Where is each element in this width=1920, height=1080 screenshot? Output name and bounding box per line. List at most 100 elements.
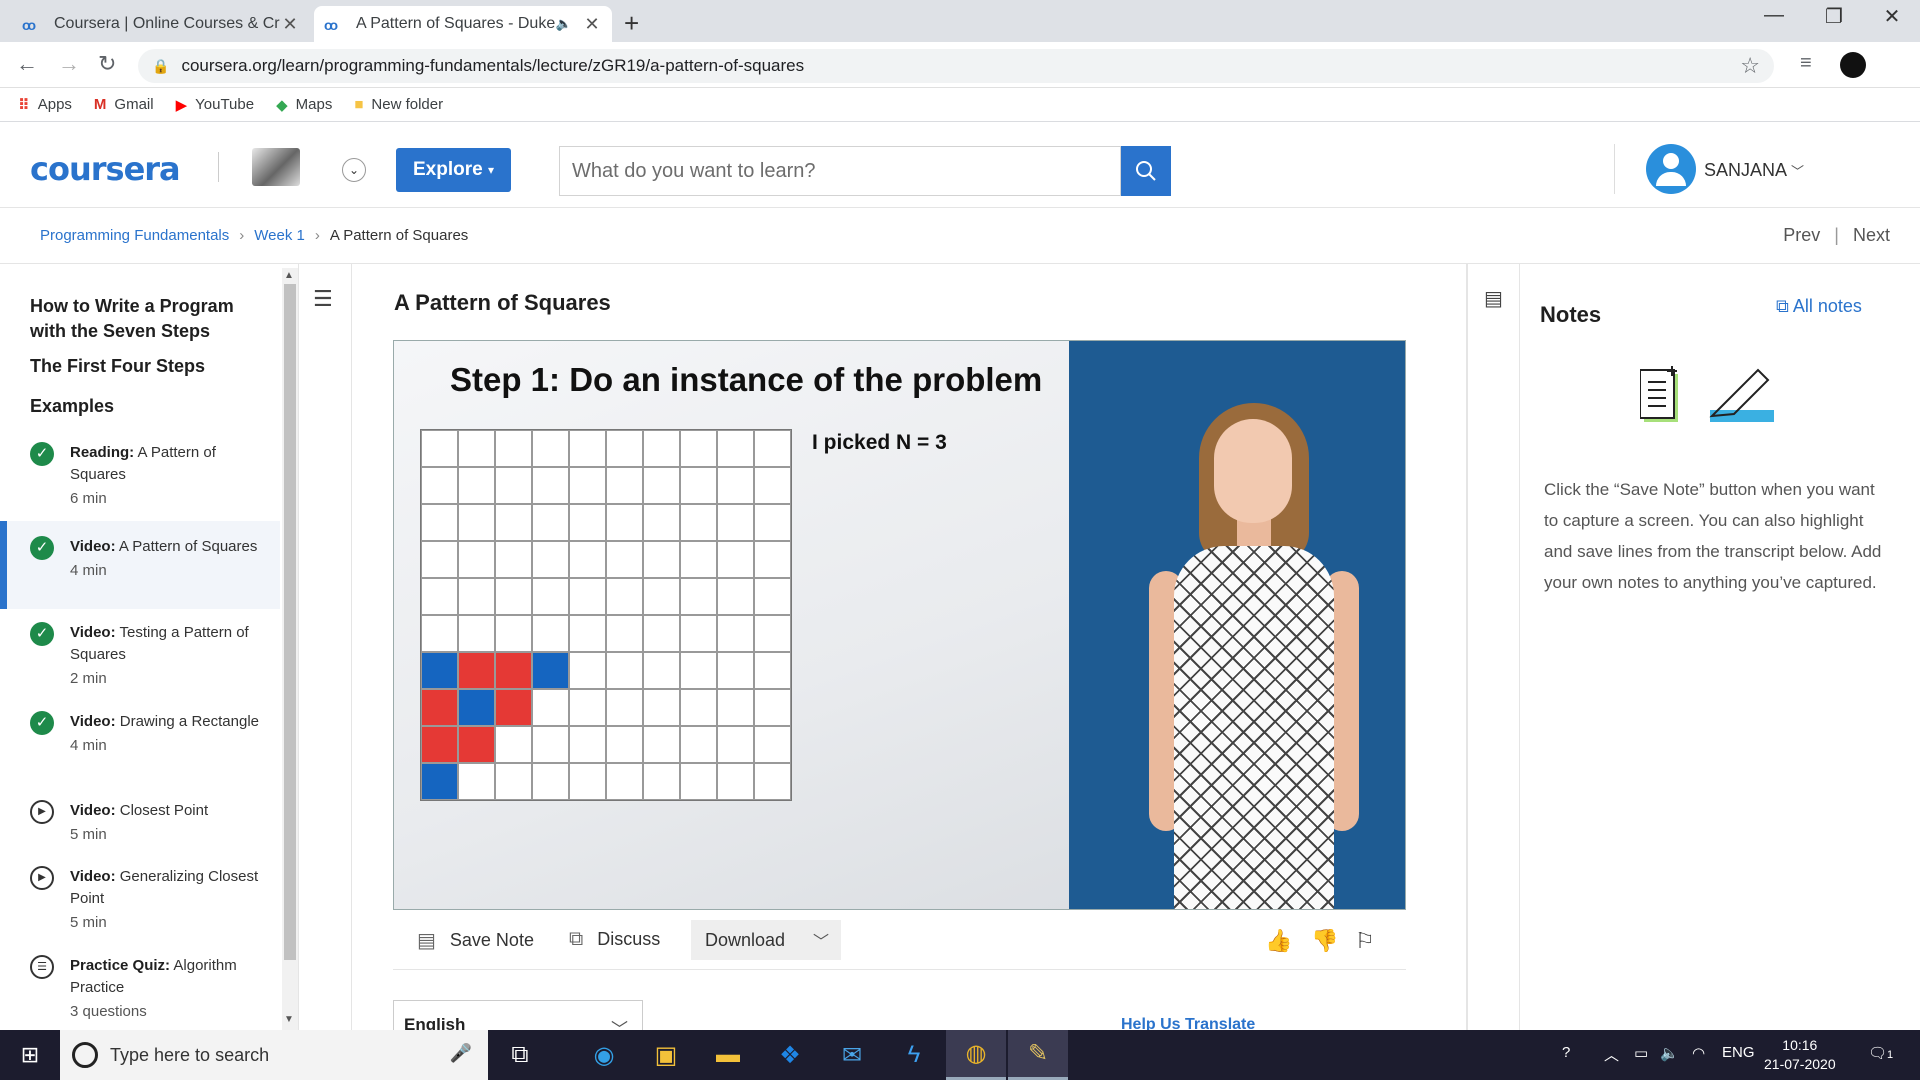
download-dropdown[interactable]: Download ﹀ xyxy=(691,920,841,960)
video-player[interactable]: Step 1: Do an instance of the problem I … xyxy=(393,340,1406,910)
grid-cell xyxy=(532,615,569,652)
chevron-down-icon[interactable]: ⌄ xyxy=(342,158,366,182)
sidebar-item[interactable]: ✓ Video: Drawing a Rectangle 4 min xyxy=(0,705,280,793)
forward-icon[interactable]: → xyxy=(58,51,80,77)
course-thumbnail[interactable] xyxy=(252,148,300,186)
quiz-icon: ☰ xyxy=(30,955,54,979)
taskbar-search-input[interactable]: Type here to search 🎤 xyxy=(60,1030,488,1080)
course-sidebar: How to Write a Program with the Seven St… xyxy=(0,264,282,1030)
save-note-button[interactable]: ▤ Save Note xyxy=(417,928,534,953)
search-input[interactable]: What do you want to learn? xyxy=(559,146,1121,196)
edge-icon[interactable]: ◉ xyxy=(574,1030,634,1080)
url-field[interactable]: 🔒 coursera.org/learn/programming-fundame… xyxy=(138,49,1774,83)
paint-icon[interactable]: ✎ xyxy=(1008,1030,1068,1080)
notifications-icon[interactable]: 🗨1 xyxy=(1868,1044,1893,1062)
notes-title: Notes xyxy=(1540,302,1602,327)
notes-scrollbar[interactable] xyxy=(1900,264,1918,1030)
battery-icon[interactable]: ▭ xyxy=(1634,1044,1648,1062)
sidebar-heading[interactable]: How to Write a Program with the Seven St… xyxy=(30,294,260,344)
sidebar-heading[interactable]: Examples xyxy=(30,394,260,419)
sidebar-item[interactable]: ✓ Video: Testing a Pattern of Squares 2 m… xyxy=(0,616,280,704)
scroll-down-icon[interactable]: ▼ xyxy=(284,1014,294,1025)
breadcrumb-course[interactable]: Programming Fundamentals xyxy=(40,227,229,244)
discuss-button[interactable]: ⧉ Discuss xyxy=(569,928,660,951)
close-window-icon[interactable]: ✕ xyxy=(1862,4,1920,29)
speaker-icon[interactable]: 🔈 xyxy=(556,16,572,32)
store-icon[interactable]: ▣ xyxy=(636,1030,696,1080)
breadcrumb: Programming Fundamentals › Week 1 › A Pa… xyxy=(0,208,1920,264)
new-tab-button[interactable]: + xyxy=(624,8,639,39)
next-link[interactable]: Next xyxy=(1853,225,1890,245)
chevron-down-icon: ﹀ xyxy=(812,934,829,951)
bookmark-maps[interactable]: ◆ Maps xyxy=(276,96,332,114)
save-note-label: Save Note xyxy=(449,930,534,950)
wifi-icon[interactable]: ◠ xyxy=(1692,1044,1705,1062)
notes-toggle-icon[interactable]: ▤ xyxy=(1484,286,1503,311)
volume-icon[interactable]: 🔈 xyxy=(1660,1044,1679,1062)
mail-icon[interactable]: ✉ xyxy=(822,1030,882,1080)
close-tab-icon[interactable]: ✕ xyxy=(280,14,300,35)
search-button[interactable] xyxy=(1121,146,1171,196)
user-avatar[interactable] xyxy=(1646,144,1696,194)
help-icon[interactable]: ? xyxy=(1562,1044,1570,1061)
flag-icon[interactable]: ⚐ xyxy=(1355,928,1375,954)
bookmark-label: YouTube xyxy=(195,96,255,113)
bookmark-gmail[interactable]: M Gmail xyxy=(94,96,154,113)
bookmark-new-folder[interactable]: ■ New folder xyxy=(354,96,443,113)
sidebar-item[interactable]: ✓ Reading: A Pattern of Squares 6 min xyxy=(0,436,280,524)
explore-button[interactable]: Explore ▾ xyxy=(396,148,511,192)
lock-icon: 🔒 xyxy=(152,57,170,74)
maximize-icon[interactable]: ❐ xyxy=(1804,4,1864,29)
grid-cell xyxy=(532,763,569,800)
file-explorer-icon[interactable]: ▬ xyxy=(698,1030,758,1080)
scroll-up-icon[interactable]: ▲ xyxy=(284,270,294,281)
chevron-down-icon: ▾ xyxy=(487,163,494,177)
bookmark-apps[interactable]: ⠿ Apps xyxy=(18,96,72,114)
minimize-icon[interactable]: — xyxy=(1744,4,1804,27)
task-view-icon[interactable]: ⧉ xyxy=(490,1030,550,1080)
sidebar-heading[interactable]: The First Four Steps xyxy=(30,354,260,379)
back-icon[interactable]: ← xyxy=(16,51,38,77)
grid-cell xyxy=(532,578,569,615)
sidebar-item-active[interactable]: ✓ Video: A Pattern of Squares 4 min xyxy=(0,521,280,609)
breadcrumb-week[interactable]: Week 1 xyxy=(254,227,305,244)
dropbox-icon[interactable]: ❖ xyxy=(760,1030,820,1080)
grid-cell xyxy=(421,504,458,541)
browser-tab-pattern-of-squares[interactable]: oo A Pattern of Squares - Duke 🔈 ✕ xyxy=(314,6,612,42)
red-square xyxy=(495,652,532,689)
grid-cell xyxy=(495,578,532,615)
grid-cell xyxy=(458,430,495,467)
item-meta: 5 min xyxy=(70,914,107,931)
external-link-icon: ⧉ xyxy=(569,928,584,950)
microphone-icon[interactable]: 🎤 xyxy=(450,1043,472,1064)
explore-label: Explore xyxy=(412,159,483,180)
app-icon[interactable]: ϟ xyxy=(884,1030,944,1080)
grid-cell xyxy=(643,430,680,467)
close-tab-icon[interactable]: ✕ xyxy=(582,14,602,35)
all-notes-link[interactable]: ⧉ All notes xyxy=(1776,296,1862,317)
thumbs-up-icon[interactable]: 👍 xyxy=(1265,928,1292,954)
tray-chevron-up-icon[interactable]: ︿ xyxy=(1604,1044,1619,1065)
grid-cell xyxy=(569,615,606,652)
grid-cell xyxy=(532,504,569,541)
taskbar-clock[interactable]: 10:16 21-07-2020 xyxy=(1764,1036,1836,1074)
browser-profile-avatar[interactable] xyxy=(1840,52,1866,78)
list-toggle-icon[interactable]: ☰ xyxy=(313,286,333,312)
sidebar-item-text: Reading: A Pattern of Squares 6 min xyxy=(70,442,270,510)
chrome-icon[interactable]: ◍ xyxy=(946,1030,1006,1080)
browser-tab-coursera[interactable]: oo Coursera | Online Courses & Cred ✕ xyxy=(12,6,310,42)
coursera-logo[interactable]: coursera xyxy=(30,150,181,188)
grid-cell xyxy=(680,430,717,467)
sidebar-item[interactable]: ▶ Video: Generalizing Closest Point 5 min xyxy=(0,860,280,948)
bookmark-star-icon[interactable]: ☆ xyxy=(1740,53,1760,79)
bookmark-youtube[interactable]: ▶ YouTube xyxy=(176,96,255,114)
windows-start-icon[interactable]: ⊞ xyxy=(0,1030,60,1080)
language-indicator[interactable]: ENG xyxy=(1722,1044,1755,1061)
sidebar-scrollbar-thumb[interactable] xyxy=(284,284,296,960)
media-control-icon[interactable]: ≡ xyxy=(1800,52,1812,75)
reload-icon[interactable]: ↻ xyxy=(98,51,116,77)
sidebar-item[interactable]: ☰ Practice Quiz: Algorithm Practice 3 que… xyxy=(0,949,280,1030)
thumbs-down-icon[interactable]: 👎 xyxy=(1311,928,1338,954)
prev-link[interactable]: Prev xyxy=(1783,225,1820,245)
user-menu[interactable]: SANJANA ﹀ xyxy=(1704,160,1804,181)
